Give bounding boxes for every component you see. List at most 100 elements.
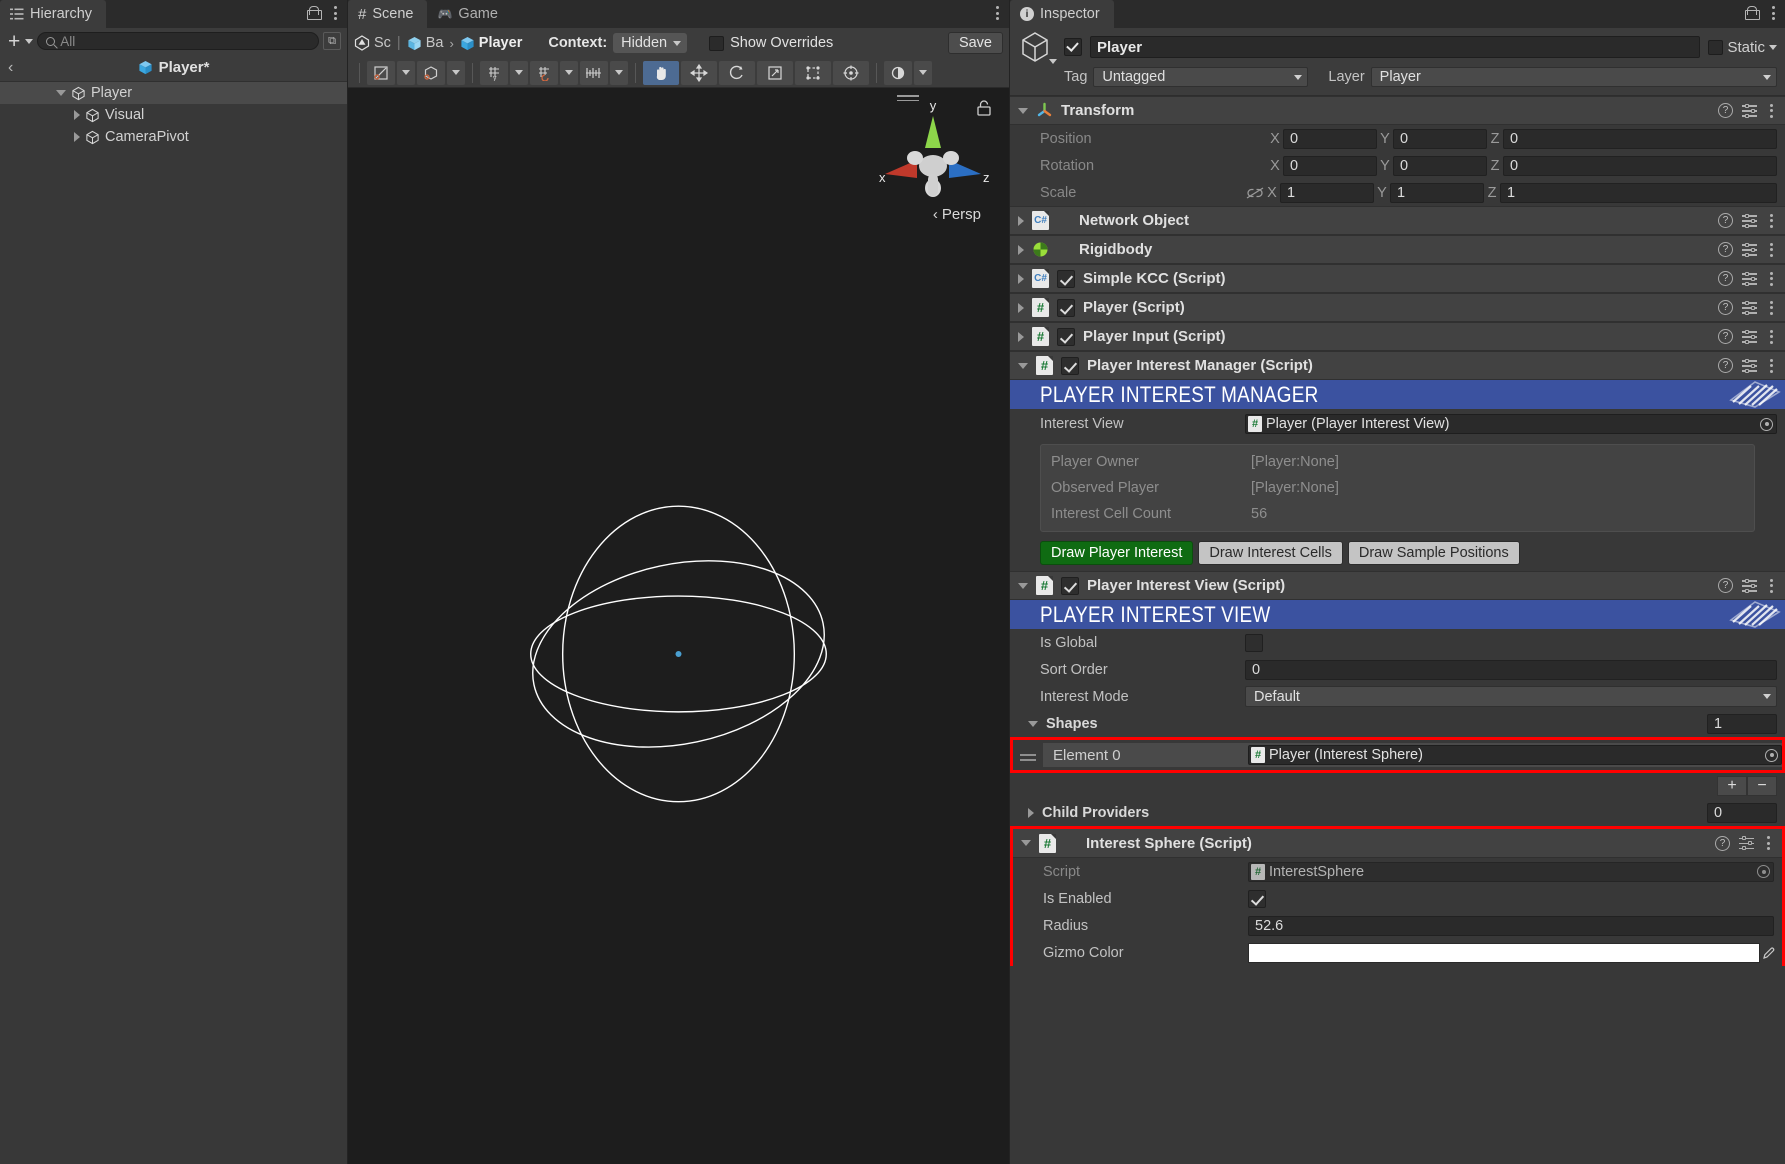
preset-icon[interactable] (1742, 242, 1757, 257)
back-button[interactable]: ‹ (8, 59, 13, 77)
chevron-down-icon[interactable] (1018, 582, 1028, 589)
position-y-input[interactable]: 0 (1393, 128, 1487, 149)
help-icon[interactable]: ? (1715, 835, 1730, 851)
chevron-right-icon[interactable] (1018, 302, 1024, 313)
remove-element-button[interactable]: − (1747, 776, 1777, 796)
gameobject-enabled-checkbox[interactable] (1064, 38, 1082, 56)
create-menu-button[interactable]: + (6, 31, 34, 52)
static-checkbox[interactable] (1708, 39, 1724, 55)
help-icon[interactable]: ? (1718, 578, 1733, 593)
grid-visibility-button[interactable]: y (480, 60, 508, 85)
layer-dropdown[interactable]: Player (1370, 67, 1777, 87)
hierarchy-menu-icon[interactable] (330, 4, 341, 22)
chevron-down-icon[interactable] (1021, 840, 1031, 846)
grid-snapping-button[interactable] (530, 60, 558, 85)
tag-dropdown[interactable]: Untagged (1093, 67, 1309, 87)
breadcrumb-player[interactable]: Player (460, 35, 522, 51)
scale-z-input[interactable]: 1 (1500, 182, 1777, 203)
sort-order-input[interactable]: 0 (1245, 659, 1777, 680)
rect-tool-button[interactable] (795, 60, 831, 85)
gameobject-name-input[interactable]: Player (1090, 36, 1701, 58)
shapes-count-input[interactable]: 1 (1707, 713, 1777, 734)
object-picker-icon[interactable] (1765, 748, 1778, 762)
chevron-down-icon[interactable] (1018, 362, 1028, 369)
object-picker-icon[interactable] (1757, 865, 1770, 878)
chevron-right-icon[interactable] (1028, 807, 1034, 818)
preset-icon[interactable] (1742, 103, 1757, 118)
breadcrumb-scene[interactable]: Sc (354, 35, 391, 51)
gizmo-color-swatch[interactable] (1248, 942, 1760, 963)
help-icon[interactable]: ? (1718, 213, 1733, 228)
chevron-right-icon[interactable] (74, 132, 80, 142)
component-enabled-checkbox[interactable] (1057, 327, 1075, 346)
scale-x-input[interactable]: 1 (1280, 182, 1374, 203)
grid-visibility-dropdown[interactable] (510, 60, 528, 85)
chevron-right-icon[interactable] (1018, 331, 1024, 342)
component-enabled-checkbox[interactable] (1057, 298, 1075, 317)
rotation-z-input[interactable]: 0 (1503, 155, 1777, 176)
drag-handle-icon[interactable] (1013, 754, 1043, 756)
snap-increment-button[interactable] (580, 60, 608, 85)
object-picker-icon[interactable] (1760, 417, 1773, 431)
is-global-checkbox[interactable] (1245, 633, 1263, 652)
scene-viewport[interactable]: y x z ‹ Persp (348, 88, 1009, 1164)
tab-game[interactable]: 🎮 Game (427, 0, 512, 28)
chevron-right-icon[interactable] (1018, 244, 1024, 255)
position-z-input[interactable]: 0 (1503, 128, 1777, 149)
component-header-network-object[interactable]: C# Network Object ? (1010, 206, 1785, 235)
shapes-foldout-row[interactable]: Shapes 1 (1010, 710, 1785, 737)
is-enabled-checkbox[interactable] (1248, 889, 1266, 908)
chevron-down-icon[interactable] (1018, 107, 1028, 114)
component-header-transform[interactable]: Transform ? (1010, 96, 1785, 125)
draw-player-interest-button[interactable]: Draw Player Interest (1040, 541, 1194, 565)
component-header-interest-sphere[interactable]: # Interest Sphere (Script) ? (1013, 829, 1782, 858)
help-icon[interactable]: ? (1718, 242, 1733, 257)
component-enabled-checkbox[interactable] (1061, 576, 1079, 595)
position-x-input[interactable]: 0 (1283, 128, 1377, 149)
chevron-down-icon[interactable] (1769, 44, 1777, 50)
chevron-down-icon[interactable] (56, 90, 66, 96)
chevron-right-icon[interactable] (1018, 273, 1024, 284)
custom-tool-button[interactable] (884, 60, 912, 85)
snap-increment-dropdown[interactable] (610, 60, 628, 85)
tab-hierarchy[interactable]: Hierarchy (0, 0, 107, 28)
constrain-proportions-icon[interactable] (1245, 186, 1264, 200)
element-0-object-field[interactable]: # Player (Interest Sphere) (1248, 745, 1782, 765)
grid-snapping-dropdown[interactable] (560, 60, 578, 85)
search-input[interactable]: All (37, 32, 319, 50)
draw-mode-button[interactable] (367, 60, 395, 85)
inspector-menu-icon[interactable] (1768, 4, 1779, 22)
component-menu-icon[interactable] (1766, 577, 1777, 595)
static-toggle[interactable]: Static (1708, 39, 1777, 56)
transform-tool-button[interactable] (833, 60, 869, 85)
shading-mode-dropdown[interactable] (447, 60, 465, 85)
tree-item-camerapivot[interactable]: CameraPivot (0, 126, 347, 148)
preset-icon[interactable] (1742, 300, 1757, 315)
help-icon[interactable]: ? (1718, 358, 1733, 373)
custom-tool-dropdown[interactable] (914, 60, 932, 85)
component-header-rigidbody[interactable]: Rigidbody ? (1010, 235, 1785, 264)
rotate-tool-button[interactable] (719, 60, 755, 85)
tab-inspector[interactable]: i Inspector (1010, 0, 1114, 28)
lock-icon[interactable] (307, 6, 322, 20)
preset-icon[interactable] (1742, 358, 1757, 373)
scene-picker-icon[interactable]: ⧉ (323, 32, 341, 50)
draw-interest-cells-button[interactable]: Draw Interest Cells (1198, 541, 1343, 565)
component-enabled-checkbox[interactable] (1057, 269, 1075, 288)
component-enabled-checkbox[interactable] (1061, 356, 1079, 375)
preset-icon[interactable] (1742, 213, 1757, 228)
preset-icon[interactable] (1739, 836, 1754, 850)
move-tool-button[interactable] (681, 60, 717, 85)
child-providers-count-input[interactable]: 0 (1707, 802, 1777, 823)
component-header-simple-kcc[interactable]: C# Simple KCC (Script) ? (1010, 264, 1785, 293)
shading-mode-button[interactable] (417, 60, 445, 85)
component-menu-icon[interactable] (1766, 270, 1777, 288)
breadcrumb-prefab[interactable]: Ba (407, 35, 443, 51)
draw-mode-dropdown[interactable] (397, 60, 415, 85)
chevron-down-icon[interactable] (1049, 59, 1057, 64)
add-element-button[interactable]: + (1717, 776, 1747, 796)
child-providers-row[interactable]: Child Providers 0 (1010, 799, 1785, 826)
component-menu-icon[interactable] (1766, 357, 1777, 375)
scale-tool-button[interactable] (757, 60, 793, 85)
help-icon[interactable]: ? (1718, 329, 1733, 344)
